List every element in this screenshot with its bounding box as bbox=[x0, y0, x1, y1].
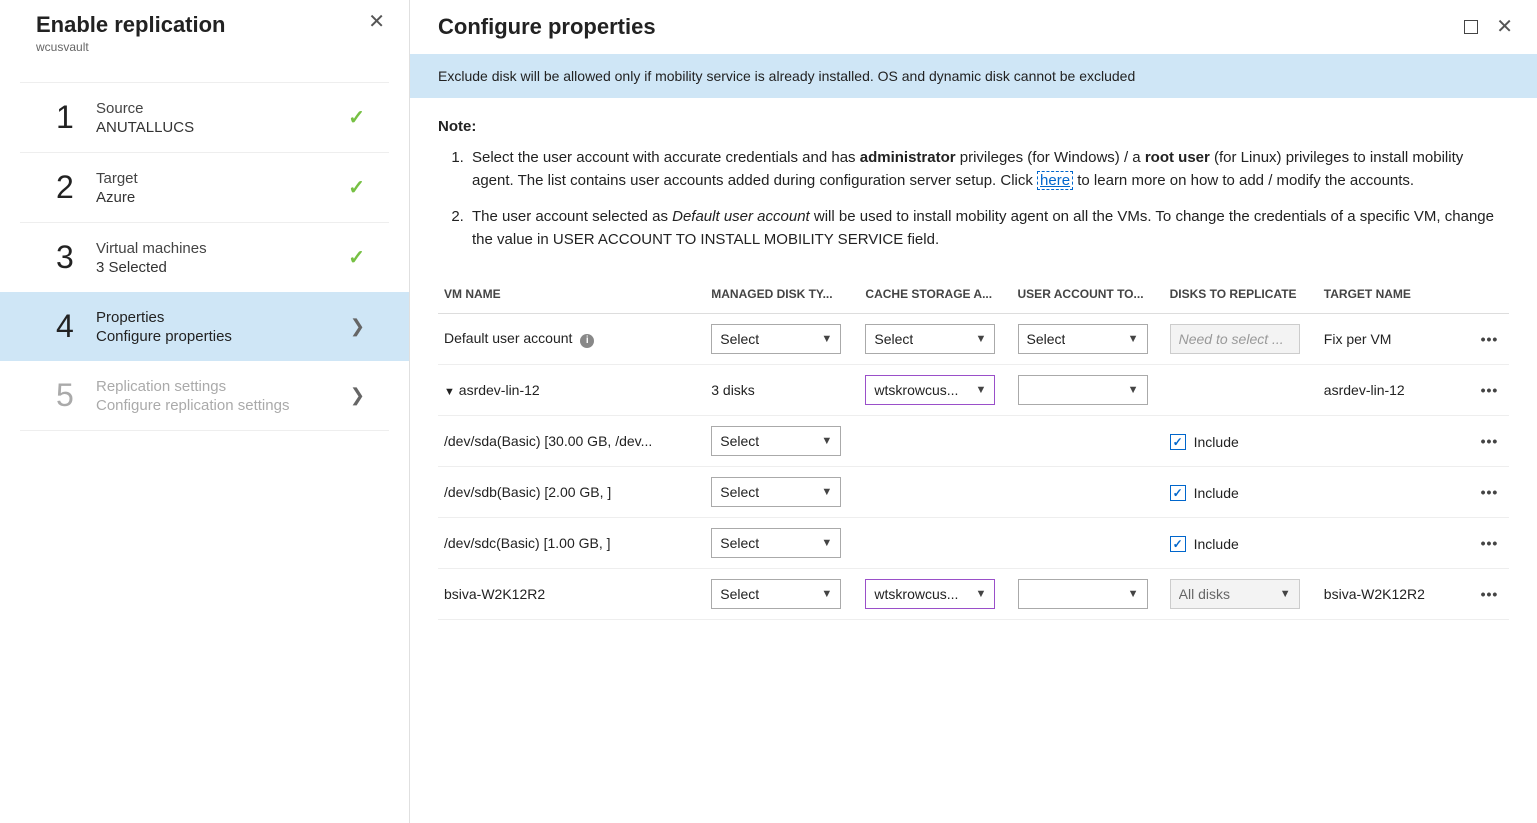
step-target[interactable]: 2 Target Azure ✓ bbox=[20, 152, 389, 222]
expand-toggle[interactable]: ▼ bbox=[444, 386, 455, 398]
managed-disk-select[interactable]: Select▼ bbox=[711, 477, 841, 507]
disks-replicate-select: Need to select ... bbox=[1170, 324, 1300, 354]
check-icon: ✓ bbox=[348, 245, 365, 270]
managed-disk-select[interactable]: Select▼ bbox=[711, 579, 841, 609]
note-item-1: Select the user account with accurate cr… bbox=[468, 147, 1509, 192]
close-icon[interactable]: ✕ bbox=[1496, 17, 1513, 37]
chevron-down-icon: ▼ bbox=[1128, 384, 1139, 396]
right-panel: Configure properties ✕ Exclude disk will… bbox=[410, 0, 1537, 823]
user-account-select[interactable]: Select▼ bbox=[1018, 324, 1148, 354]
chevron-right-icon: ❯ bbox=[350, 316, 365, 337]
properties-table: VM NAME MANAGED DISK TY... CACHE STORAGE… bbox=[438, 275, 1509, 620]
chevron-down-icon: ▼ bbox=[821, 333, 832, 345]
chevron-down-icon: ▼ bbox=[821, 537, 832, 549]
step-properties[interactable]: 4 Properties Configure properties ❯ bbox=[0, 292, 409, 361]
row-actions-button[interactable]: ••• bbox=[1470, 314, 1509, 365]
row-actions-button[interactable]: ••• bbox=[1470, 416, 1509, 467]
table-row-disk: /dev/sdc(Basic) [1.00 GB, ] Select▼ ✓Inc… bbox=[438, 518, 1509, 569]
target-name-cell: asrdev-lin-12 bbox=[1318, 365, 1470, 416]
chevron-down-icon: ▼ bbox=[976, 384, 987, 396]
step-virtual-machines[interactable]: 3 Virtual machines 3 Selected ✓ bbox=[20, 222, 389, 292]
breadcrumb-subtitle: wcusvault bbox=[36, 40, 226, 54]
target-name-cell: bsiva-W2K12R2 bbox=[1318, 569, 1470, 620]
check-icon: ✓ bbox=[348, 175, 365, 200]
row-actions-button[interactable]: ••• bbox=[1470, 518, 1509, 569]
chevron-down-icon: ▼ bbox=[1128, 588, 1139, 600]
chevron-right-icon: ❯ bbox=[350, 385, 365, 406]
chevron-down-icon: ▼ bbox=[976, 588, 987, 600]
col-vm-name[interactable]: VM NAME bbox=[438, 275, 705, 314]
managed-disk-select[interactable]: Select▼ bbox=[711, 528, 841, 558]
cache-storage-select[interactable]: Select▼ bbox=[865, 324, 995, 354]
left-panel: Enable replication wcusvault ✕ 1 Source … bbox=[0, 0, 410, 823]
maximize-icon[interactable] bbox=[1464, 20, 1478, 34]
info-icon[interactable]: i bbox=[580, 334, 594, 348]
row-actions-button[interactable]: ••• bbox=[1470, 569, 1509, 620]
note-heading: Note: bbox=[438, 118, 1509, 135]
table-row-disk: /dev/sdb(Basic) [2.00 GB, ] Select▼ ✓Inc… bbox=[438, 467, 1509, 518]
cache-storage-select[interactable]: wtskrowcus...▼ bbox=[865, 579, 995, 609]
chevron-down-icon: ▼ bbox=[976, 333, 987, 345]
include-checkbox[interactable]: ✓Include bbox=[1170, 536, 1239, 552]
step-replication-settings[interactable]: 5 Replication settings Configure replica… bbox=[20, 361, 389, 431]
table-row-vm: ▼ asrdev-lin-12 3 disks wtskrowcus...▼ ▼… bbox=[438, 365, 1509, 416]
col-user-account[interactable]: USER ACCOUNT TO... bbox=[1012, 275, 1164, 314]
managed-disk-select[interactable]: Select▼ bbox=[711, 324, 841, 354]
col-cache-storage[interactable]: CACHE STORAGE A... bbox=[859, 275, 1011, 314]
page-title-right: Configure properties bbox=[438, 14, 656, 40]
chevron-down-icon: ▼ bbox=[821, 588, 832, 600]
col-target-name[interactable]: TARGET NAME bbox=[1318, 275, 1470, 314]
chevron-down-icon: ▼ bbox=[821, 486, 832, 498]
check-icon: ✓ bbox=[348, 105, 365, 130]
chevron-down-icon: ▼ bbox=[1280, 588, 1291, 600]
table-row-disk: /dev/sda(Basic) [30.00 GB, /dev... Selec… bbox=[438, 416, 1509, 467]
row-actions-button[interactable]: ••• bbox=[1470, 365, 1509, 416]
info-banner: Exclude disk will be allowed only if mob… bbox=[410, 54, 1537, 98]
target-name-cell: Fix per VM bbox=[1318, 314, 1470, 365]
step-source[interactable]: 1 Source ANUTALLUCS ✓ bbox=[20, 82, 389, 152]
learn-more-link[interactable]: here bbox=[1037, 171, 1073, 190]
chevron-down-icon: ▼ bbox=[1128, 333, 1139, 345]
close-icon[interactable]: ✕ bbox=[368, 12, 385, 32]
table-row-default: Default user account i Select▼ Select▼ S… bbox=[438, 314, 1509, 365]
col-disks-replicate[interactable]: DISKS TO REPLICATE bbox=[1164, 275, 1318, 314]
disks-replicate-select[interactable]: All disks▼ bbox=[1170, 579, 1300, 609]
row-actions-button[interactable]: ••• bbox=[1470, 467, 1509, 518]
page-title-left: Enable replication bbox=[36, 12, 226, 38]
col-managed-disk[interactable]: MANAGED DISK TY... bbox=[705, 275, 859, 314]
cache-storage-select[interactable]: wtskrowcus...▼ bbox=[865, 375, 995, 405]
chevron-down-icon: ▼ bbox=[821, 435, 832, 447]
include-checkbox[interactable]: ✓Include bbox=[1170, 434, 1239, 450]
note-item-2: The user account selected as Default use… bbox=[468, 206, 1509, 251]
user-account-select[interactable]: ▼ bbox=[1018, 579, 1148, 609]
user-account-select[interactable]: ▼ bbox=[1018, 375, 1148, 405]
default-user-label: Default user account bbox=[444, 330, 572, 346]
table-row-vm: bsiva-W2K12R2 Select▼ wtskrowcus...▼ ▼ A… bbox=[438, 569, 1509, 620]
include-checkbox[interactable]: ✓Include bbox=[1170, 485, 1239, 501]
managed-disk-select[interactable]: Select▼ bbox=[711, 426, 841, 456]
